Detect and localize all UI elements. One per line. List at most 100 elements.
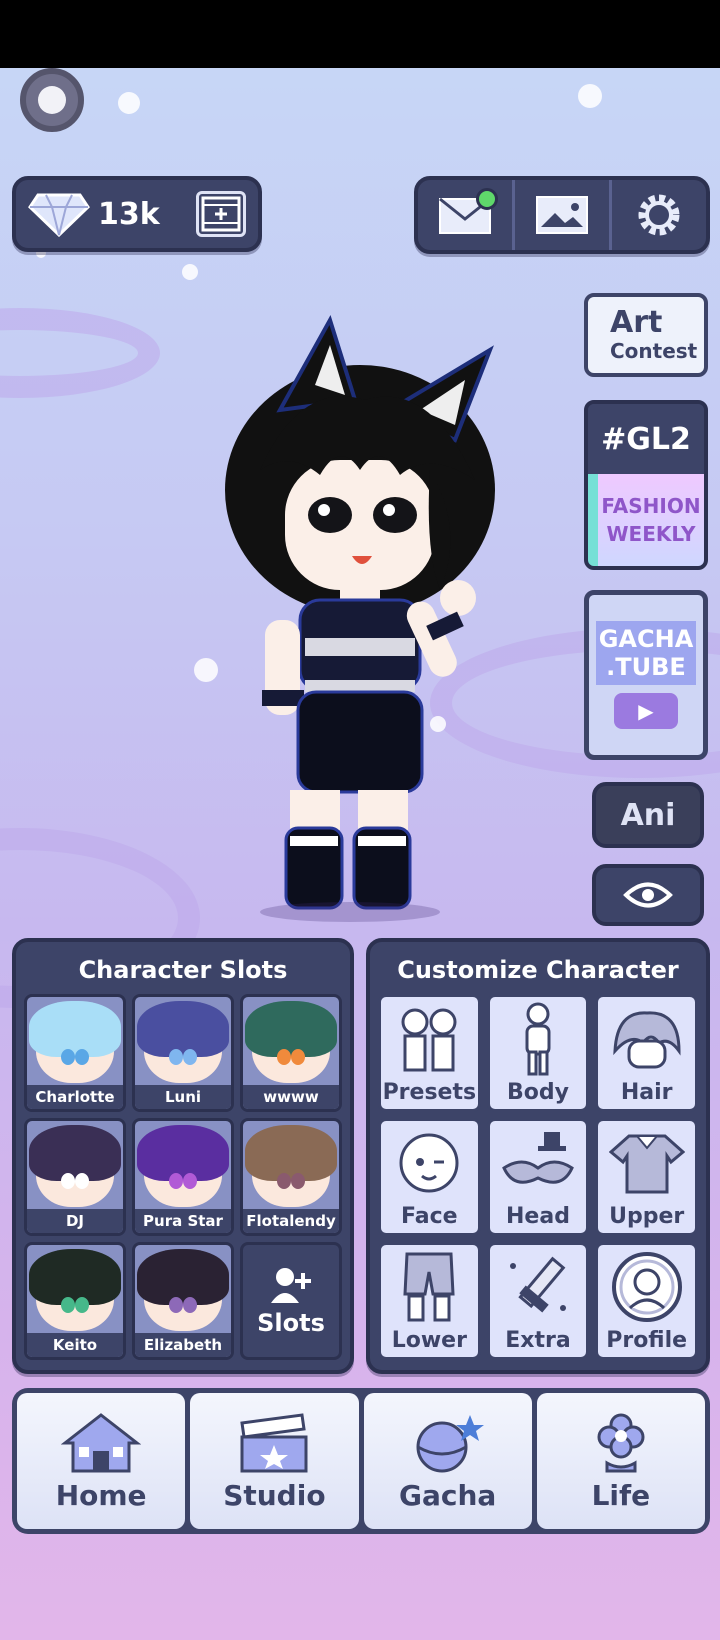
face-label: Face <box>401 1204 458 1229</box>
presets-button[interactable]: Presets <box>378 994 481 1112</box>
head-accessory-icon <box>502 1131 574 1184</box>
top-right-toolbar <box>414 176 710 254</box>
play-icon: ▶ <box>614 693 678 729</box>
clapperboard-icon <box>240 1412 308 1472</box>
slot-eye <box>277 1049 291 1065</box>
home-icon <box>61 1412 142 1472</box>
slot-hair <box>29 1249 121 1305</box>
watch-ad-button[interactable] <box>196 191 246 237</box>
slot-hair <box>29 1125 121 1181</box>
character-slot[interactable]: Charlotte <box>24 994 126 1112</box>
gallery-button[interactable] <box>512 180 609 250</box>
head-button[interactable]: Head <box>486 1118 590 1236</box>
fashion-text: FASHION <box>601 494 701 518</box>
slot-name: DJ Phantom <box>27 1209 123 1233</box>
profile-label: Profile <box>606 1328 688 1353</box>
slot-eye <box>169 1297 183 1313</box>
mail-button[interactable] <box>418 180 512 250</box>
tube-text: .TUBE <box>606 653 686 681</box>
slot-name: Elizabeth <box>135 1333 231 1357</box>
character-slot[interactable]: Elizabeth <box>132 1242 234 1360</box>
slot-eye <box>61 1173 75 1189</box>
upper-label: Upper <box>609 1204 685 1229</box>
slot-eye <box>169 1049 183 1065</box>
toggle-ui-button[interactable] <box>592 864 704 926</box>
nav-studio-label: Studio <box>223 1478 326 1512</box>
status-bar <box>0 0 720 68</box>
nav-gacha[interactable]: Gacha <box>363 1393 532 1529</box>
floating-menu-button[interactable] <box>20 68 84 132</box>
slot-eye <box>61 1049 75 1065</box>
slot-name: Flotalendy <box>243 1209 339 1233</box>
settings-button[interactable] <box>609 180 706 250</box>
character-slot[interactable]: Flotalendy <box>240 1118 342 1236</box>
slot-name: wwww <box>243 1085 339 1109</box>
lower-button[interactable]: Lower <box>378 1242 481 1360</box>
add-user-icon <box>271 1268 311 1303</box>
art-contest-subtitle: Contest <box>610 339 698 363</box>
hair-icon <box>612 1010 681 1068</box>
slot-eye <box>75 1297 89 1313</box>
slot-grid: Charlotte Luni wwww DJ Phantom Pura Star Flot… <box>22 992 344 1362</box>
pants-icon <box>403 1252 455 1321</box>
nav-life-label: Life <box>591 1478 651 1512</box>
slot-name: Charlotte <box>27 1085 123 1109</box>
character-slot[interactable]: wwww <box>240 994 342 1112</box>
add-slots-label: Slots <box>257 1309 325 1337</box>
hair-label: Hair <box>620 1080 673 1105</box>
slot-eye <box>183 1173 197 1189</box>
presets-icon <box>401 1008 457 1071</box>
slot-eye <box>169 1173 183 1189</box>
presets-label: Presets <box>382 1080 477 1105</box>
sword-icon <box>509 1256 566 1312</box>
upper-button[interactable]: Upper <box>595 1118 698 1236</box>
character-slot[interactable]: Keito <box>24 1242 126 1360</box>
nav-studio[interactable]: Studio <box>190 1393 359 1529</box>
body-button[interactable]: Body <box>486 994 590 1112</box>
customize-grid: Presets Body Hair Face Head Upper Lower <box>376 992 700 1362</box>
shirt-icon <box>608 1134 685 1193</box>
add-slots-button[interactable]: Slots <box>240 1242 342 1360</box>
character-slots-title: Character Slots <box>78 956 288 984</box>
extra-button[interactable]: Extra <box>486 1242 590 1360</box>
profile-button[interactable]: Profile <box>595 1242 698 1360</box>
face-icon <box>399 1133 459 1192</box>
customize-title: Customize Character <box>397 956 679 984</box>
hair-button[interactable]: Hair <box>595 994 698 1112</box>
gacha-text: GACHA <box>598 625 694 653</box>
currency-bar: 13k <box>12 176 262 252</box>
image-icon <box>536 196 588 234</box>
slot-eye <box>75 1173 89 1189</box>
character-slot[interactable]: DJ Phantom <box>24 1118 126 1236</box>
slot-eye <box>183 1297 197 1313</box>
film-plus-icon <box>201 196 241 232</box>
slot-eye <box>183 1049 197 1065</box>
slot-eye <box>277 1173 291 1189</box>
gem-count: 13k <box>98 196 160 232</box>
gacha-capsule-icon <box>416 1414 484 1472</box>
character-slots-panel: Character Slots Charlotte Luni wwww DJ Phan… <box>12 938 354 1374</box>
body-icon <box>525 1002 551 1075</box>
nav-gacha-label: Gacha <box>398 1478 497 1512</box>
art-contest-title: Art <box>610 305 663 340</box>
eye-icon <box>623 882 673 908</box>
gacha-tube-button[interactable]: GACHA .TUBE ▶ <box>584 590 708 760</box>
nav-life[interactable]: Life <box>536 1393 705 1529</box>
face-button[interactable]: Face <box>378 1118 481 1236</box>
nav-home[interactable]: Home <box>17 1393 186 1529</box>
slot-eye <box>61 1297 75 1313</box>
gl2-tag: #GL2 <box>588 404 704 474</box>
character-slot[interactable]: Pura Star <box>132 1118 234 1236</box>
slot-name: Luni <box>135 1085 231 1109</box>
slot-eye <box>75 1049 89 1065</box>
art-contest-button[interactable]: Art Contest <box>584 293 708 377</box>
ani-button[interactable]: Ani <box>592 782 704 848</box>
bottom-navigation: Home Studio Gacha Life <box>12 1388 710 1534</box>
customize-panel: Customize Character Presets Body Hair Fa… <box>366 938 710 1374</box>
slot-hair <box>137 1125 229 1181</box>
character-preview[interactable] <box>190 300 530 930</box>
character-slot[interactable]: Luni <box>132 994 234 1112</box>
head-label: Head <box>506 1204 570 1229</box>
fashion-weekly-button[interactable]: #GL2 FASHION WEEKLY <box>584 400 708 570</box>
slot-hair <box>137 1001 229 1057</box>
